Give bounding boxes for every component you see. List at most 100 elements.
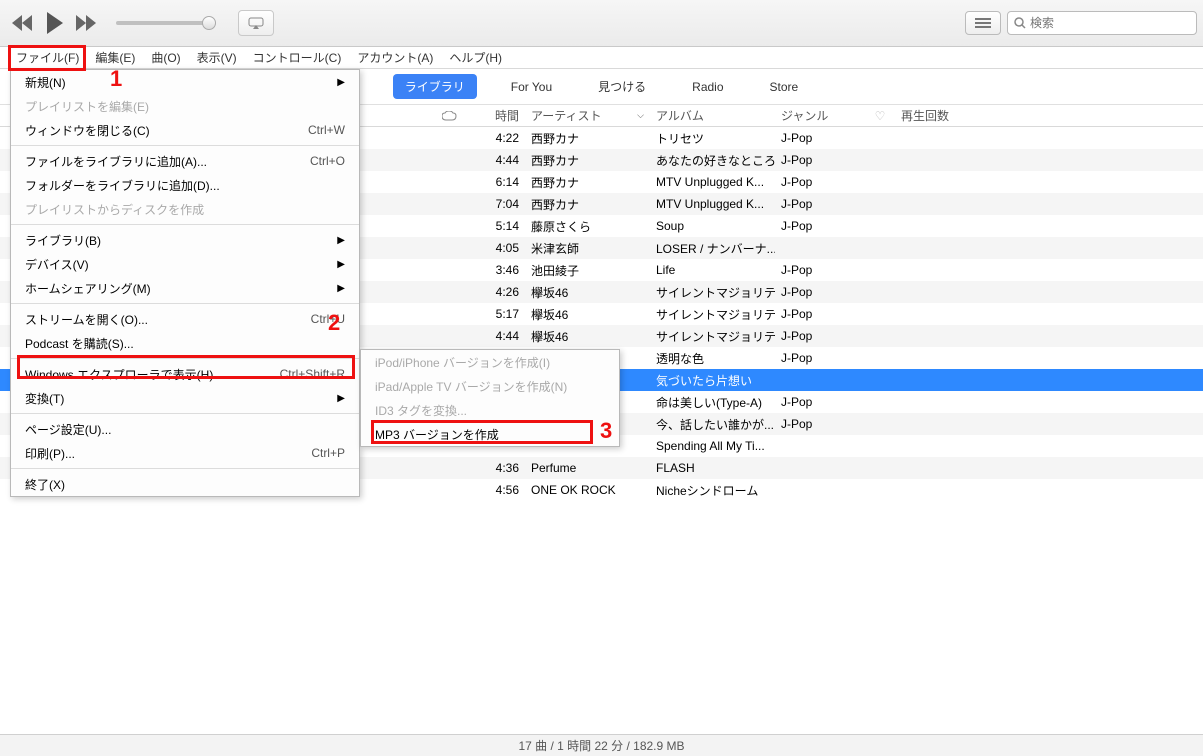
cell-artist: 西野カナ — [525, 127, 650, 149]
convert-menu-item: ID3 タグを変換... — [361, 398, 619, 422]
tab-radio[interactable]: Radio — [680, 76, 735, 98]
cell-cloud — [430, 215, 470, 237]
tab-for you[interactable]: For You — [499, 76, 564, 98]
file-menu-item[interactable]: Podcast を購読(S)... — [11, 331, 359, 355]
cell-time: 5:17 — [470, 303, 525, 325]
cell-time: 7:04 — [470, 193, 525, 215]
convert-menu-item[interactable]: MP3 バージョンを作成 — [361, 422, 619, 446]
cell-love — [865, 457, 895, 479]
cell-love — [865, 347, 895, 369]
menu-0[interactable]: ファイル(F) — [8, 47, 87, 68]
cell-plays — [895, 215, 995, 237]
cell-artist: 欅坂46 — [525, 325, 650, 347]
column-album[interactable]: アルバム — [650, 105, 775, 126]
cell-album: あなたの好きなところ — [650, 149, 775, 171]
column-plays[interactable]: 再生回数 — [895, 105, 995, 126]
cell-genre: J-Pop — [775, 347, 865, 369]
tab-store[interactable]: Store — [758, 76, 811, 98]
list-view-button[interactable] — [965, 11, 1001, 35]
cell-plays — [895, 281, 995, 303]
player-toolbar — [0, 0, 1203, 47]
convert-submenu-dropdown: iPod/iPhone バージョンを作成(I)iPad/Apple TV バージ… — [360, 349, 620, 447]
file-menu-item[interactable]: ファイルをライブラリに追加(A)...Ctrl+O — [11, 149, 359, 173]
cell-love — [865, 369, 895, 391]
file-menu-item[interactable]: ホームシェアリング(M)▶ — [11, 276, 359, 300]
file-menu-item[interactable]: デバイス(V)▶ — [11, 252, 359, 276]
cell-genre — [775, 369, 865, 391]
cloud-icon — [442, 111, 458, 121]
file-menu-item[interactable]: 印刷(P)...Ctrl+P — [11, 441, 359, 465]
file-menu-item[interactable]: 新規(N)▶ — [11, 70, 359, 94]
cell-genre: J-Pop — [775, 281, 865, 303]
file-menu-item[interactable]: 変換(T)▶ — [11, 386, 359, 410]
file-menu-item: プレイリストを編集(E) — [11, 94, 359, 118]
cell-album: Nicheシンドローム — [650, 479, 775, 501]
cell-love — [865, 325, 895, 347]
file-menu-item[interactable]: Windows エクスプローラで表示(H)Ctrl+Shift+R — [11, 362, 359, 386]
cell-plays — [895, 237, 995, 259]
cell-time: 4:56 — [470, 479, 525, 501]
cell-album: MTV Unplugged K... — [650, 171, 775, 193]
column-love[interactable]: ♡ — [865, 105, 895, 126]
column-artist[interactable]: アーティスト⌵ — [525, 105, 650, 126]
menu-2[interactable]: 曲(O) — [143, 47, 188, 68]
next-button[interactable] — [74, 10, 100, 36]
cell-love — [865, 391, 895, 413]
cell-love — [865, 413, 895, 435]
cell-album: 今、話したい誰かが... — [650, 413, 775, 435]
cell-album: LOSER / ナンバーナ... — [650, 237, 775, 259]
cell-album: 命は美しい(Type-A) — [650, 391, 775, 413]
now-playing-display — [284, 0, 965, 46]
cell-genre: J-Pop — [775, 193, 865, 215]
cell-time: 5:14 — [470, 215, 525, 237]
search-input[interactable] — [1030, 16, 1190, 30]
column-time[interactable]: 時間 — [470, 105, 525, 126]
file-menu-item[interactable]: ウィンドウを閉じる(C)Ctrl+W — [11, 118, 359, 142]
file-menu-item[interactable]: 終了(X) — [11, 472, 359, 496]
cell-love — [865, 479, 895, 501]
cell-artist: 欅坂46 — [525, 303, 650, 325]
cell-album: FLASH — [650, 457, 775, 479]
tab-見つける[interactable]: 見つける — [586, 74, 658, 99]
cell-love — [865, 435, 895, 457]
file-menu-item[interactable]: ストリームを開く(O)...Ctrl+U — [11, 307, 359, 331]
cell-genre: J-Pop — [775, 325, 865, 347]
menu-6[interactable]: ヘルプ(H) — [441, 47, 510, 68]
cell-love — [865, 127, 895, 149]
tab-ライブラリ[interactable]: ライブラリ — [393, 74, 477, 99]
search-field[interactable] — [1007, 11, 1197, 35]
cell-plays — [895, 303, 995, 325]
play-button[interactable] — [42, 10, 68, 36]
cell-plays — [895, 193, 995, 215]
file-menu-dropdown: 新規(N)▶プレイリストを編集(E)ウィンドウを閉じる(C)Ctrl+W ファイル… — [10, 69, 360, 497]
cell-cloud — [430, 479, 470, 501]
volume-slider[interactable] — [116, 21, 216, 25]
column-genre[interactable]: ジャンル — [775, 105, 865, 126]
cell-plays — [895, 325, 995, 347]
file-menu-item[interactable]: フォルダーをライブラリに追加(D)... — [11, 173, 359, 197]
file-menu-item[interactable]: ページ設定(U)... — [11, 417, 359, 441]
sort-indicator-icon: ⌵ — [637, 110, 644, 121]
previous-button[interactable] — [10, 10, 36, 36]
airplay-button[interactable] — [238, 10, 274, 36]
menu-3[interactable]: 表示(V) — [189, 47, 245, 68]
cell-love — [865, 303, 895, 325]
column-cloud[interactable] — [430, 105, 470, 126]
menu-5[interactable]: アカウント(A) — [349, 47, 441, 68]
cell-time: 4:22 — [470, 127, 525, 149]
cell-genre — [775, 479, 865, 501]
cell-album: Spending All My Ti... — [650, 435, 775, 457]
menu-1[interactable]: 編集(E) — [87, 47, 143, 68]
search-icon — [1014, 17, 1026, 29]
cell-album: トリセツ — [650, 127, 775, 149]
cell-love — [865, 193, 895, 215]
cell-artist: ONE OK ROCK — [525, 479, 650, 501]
cell-plays — [895, 391, 995, 413]
cell-love — [865, 281, 895, 303]
menu-4[interactable]: コントロール(C) — [245, 47, 350, 68]
cell-plays — [895, 149, 995, 171]
file-menu-item[interactable]: ライブラリ(B)▶ — [11, 228, 359, 252]
cell-plays — [895, 369, 995, 391]
cell-genre: J-Pop — [775, 171, 865, 193]
cell-cloud — [430, 127, 470, 149]
